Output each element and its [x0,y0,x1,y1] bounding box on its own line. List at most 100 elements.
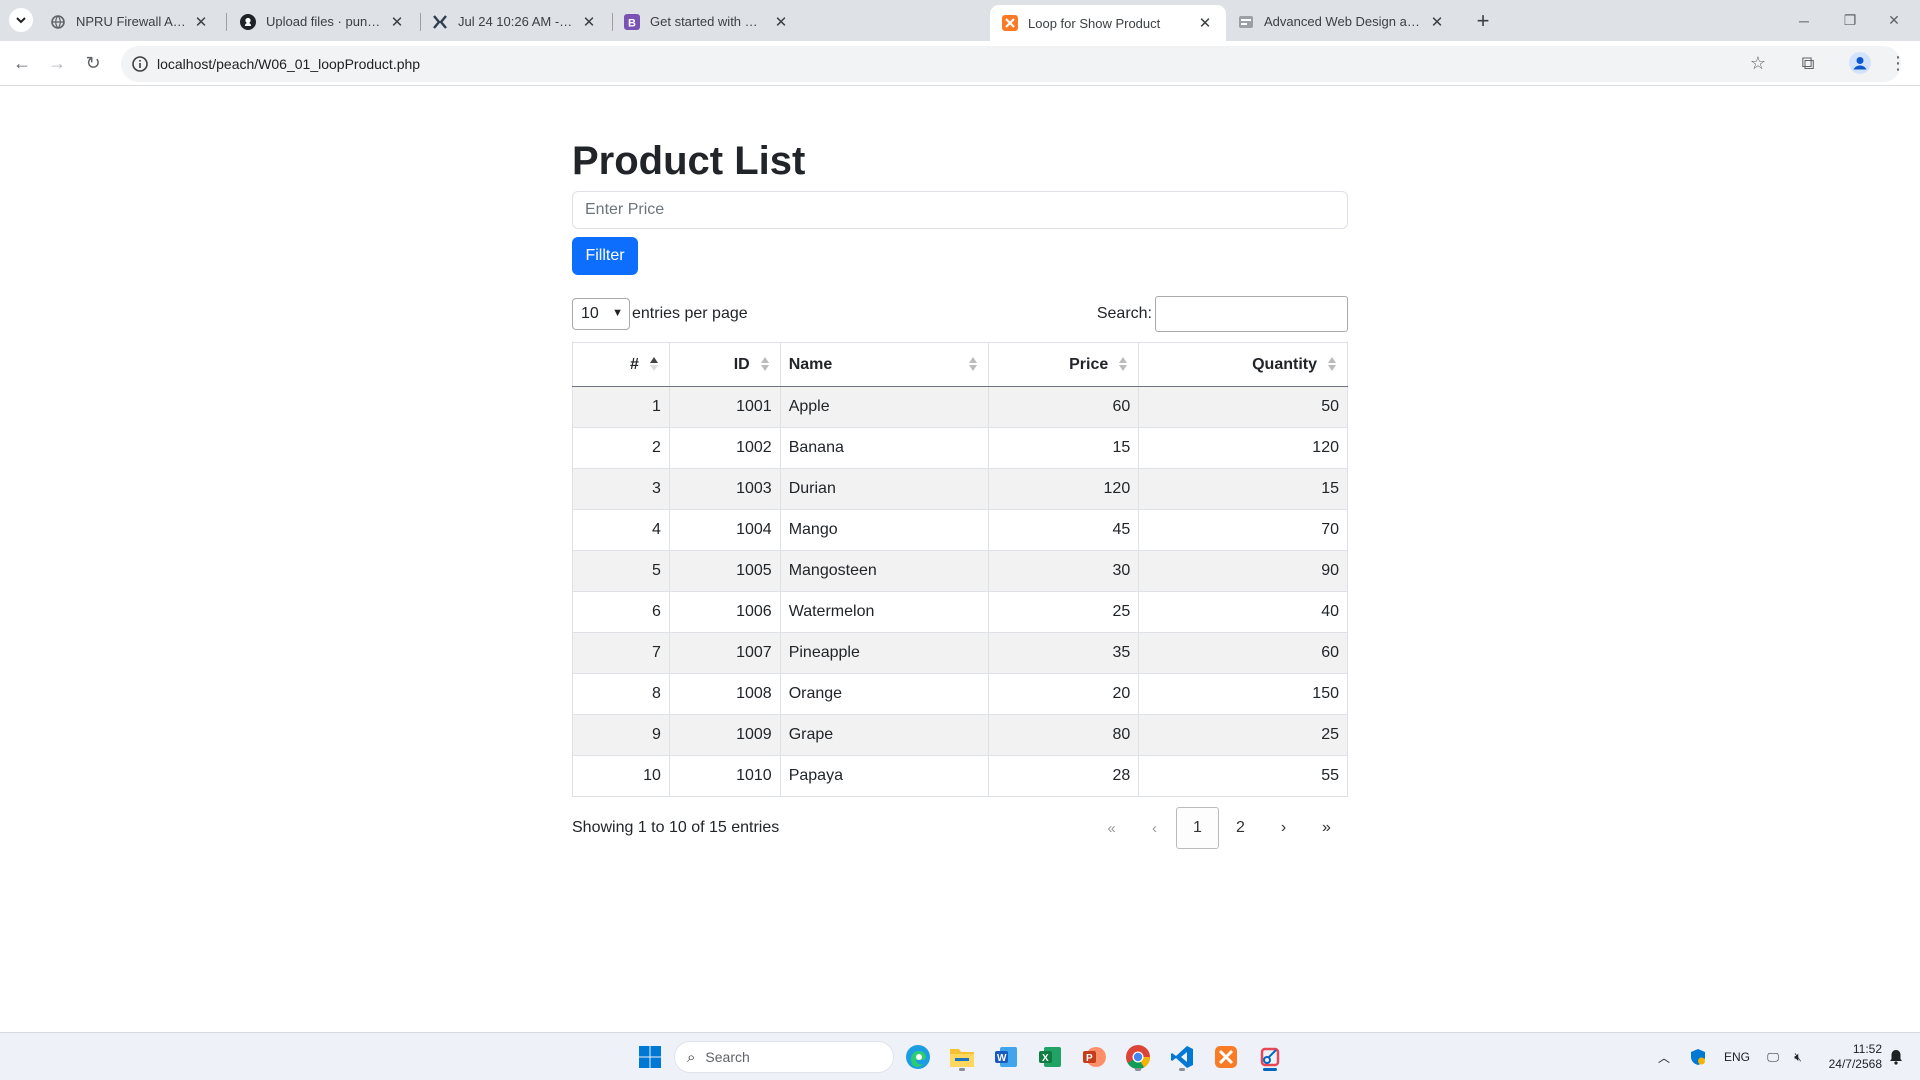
vscode-app[interactable] [1166,1041,1198,1073]
codeshare-icon [432,14,448,30]
chevron-up-icon: ︿ [1657,1050,1670,1065]
sort-ascending-icon [649,357,659,373]
page-2-button[interactable]: 2 [1219,807,1262,849]
close-icon[interactable]: ✕ [1428,13,1446,31]
cell-price: 80 [988,714,1140,756]
tab-search-button[interactable] [9,8,33,32]
filter-button[interactable]: Fillter [572,237,638,275]
xampp-icon [1215,1046,1237,1068]
tab-separator [226,13,227,31]
price-input[interactable] [572,191,1348,229]
language-indicator[interactable]: ENG [1720,1033,1754,1080]
close-icon[interactable]: ✕ [1196,14,1214,32]
cell-quantity: 25 [1138,714,1348,756]
snipping-tool-app[interactable] [1254,1041,1286,1073]
column-header-label: ID [733,355,750,373]
windows-start-icon [639,1046,661,1068]
browser-tab[interactable]: Jul 24 10:26 AM - Codeshare ✕ [420,5,610,38]
entries-per-page-select[interactable]: 10 ▼ [572,298,630,330]
start-button[interactable] [634,1041,666,1073]
forward-button[interactable]: → [43,49,71,77]
running-indicator [1179,1068,1185,1071]
column-header-quantity[interactable]: Quantity [1138,342,1348,387]
arrow-right-icon: → [48,52,66,73]
cell-id: 1002 [669,427,781,469]
cell-quantity: 120 [1138,427,1348,469]
search-input[interactable] [1155,296,1348,332]
svg-text:P: P [1086,1053,1093,1064]
powerpoint-app[interactable]: P [1078,1041,1110,1073]
profile-button[interactable] [1846,49,1874,77]
close-icon[interactable]: ✕ [388,13,406,31]
restore-icon: ❐ [1843,12,1857,28]
back-button[interactable]: ← [8,49,36,77]
previous-page-button[interactable]: ‹ [1133,807,1176,849]
clock-date: 24/7/2568 [1828,1057,1882,1071]
cell-id: 1008 [669,673,781,715]
cell-quantity: 90 [1138,550,1348,592]
volume-tray-button[interactable]: 🔇︎ [1786,1033,1810,1080]
notifications-button[interactable] [1884,1033,1908,1080]
language-label: ENG [1723,1050,1750,1064]
more-vertical-icon: ⋮ [1889,52,1907,73]
close-icon[interactable]: ✕ [772,13,790,31]
cell-id: 1010 [669,755,781,797]
close-icon[interactable]: ✕ [192,13,210,31]
clock-time: 11:52 [1852,1042,1882,1056]
browser-menu-button[interactable]: ⋮ [1884,49,1912,77]
xampp-app[interactable] [1210,1041,1242,1073]
word-app[interactable]: W [990,1041,1022,1073]
browser-tab[interactable]: Advanced Web Design and Dev ✕ [1226,5,1458,38]
bookmark-button[interactable]: ☆ [1744,49,1772,77]
browser-tab-active[interactable]: Loop for Show Product ✕ [990,5,1226,41]
show-hidden-icons-button[interactable]: ︿ [1652,1033,1676,1080]
reload-button[interactable]: ↻ [79,49,107,77]
close-window-button[interactable]: ✕ [1866,0,1920,41]
column-header-name[interactable]: Name [780,342,990,387]
svg-text:B: B [628,17,636,29]
browser-tab[interactable]: NPRU Firewall Authentication K ✕ [38,5,222,38]
first-page-button[interactable]: « [1090,807,1133,849]
system-clock[interactable]: 11:52 24/7/2568 [1812,1042,1882,1072]
cell-name: Grape [780,714,990,756]
address-bar[interactable]: localhost/peach/W06_01_loopProduct.php [121,46,1901,82]
tab-title: Jul 24 10:26 AM - Codeshare [458,14,574,29]
column-header-id[interactable]: ID [669,342,781,387]
tab-title: Loop for Show Product [1028,15,1161,31]
cell-name: Mangosteen [780,550,990,592]
chrome-icon [1126,1045,1150,1070]
entries-info: Showing 1 to 10 of 15 entries [572,819,780,836]
cell-number: 9 [572,714,670,756]
column-header-number[interactable]: # [572,342,670,387]
excel-app[interactable]: X [1034,1041,1066,1073]
network-tray-button[interactable]: 🖵 [1760,1033,1786,1080]
file-explorer-app[interactable] [946,1041,978,1073]
chrome-app[interactable] [1122,1041,1154,1073]
cell-price: 45 [988,509,1140,551]
new-tab-button[interactable]: + [1470,8,1496,34]
extensions-button[interactable]: ⧉ [1794,49,1822,77]
browser-tab[interactable]: B Get started with Bootstrap · Boo ✕ [612,5,802,38]
page-1-button[interactable]: 1 [1176,807,1219,849]
table-header-row: # ID Name Price Quantity [572,342,1348,387]
next-page-button[interactable]: › [1262,807,1305,849]
running-indicator [1263,1068,1277,1071]
taskbar-search[interactable]: ⌕ Search [674,1041,894,1073]
cell-id: 1009 [669,714,781,756]
close-icon[interactable]: ✕ [580,13,598,31]
svg-text:W: W [997,1053,1007,1064]
info-icon[interactable] [131,55,149,73]
browser-tab[interactable]: Upload files · pungonsomnuek/ ✕ [228,5,418,38]
last-page-button[interactable]: » [1305,807,1348,849]
cell-price: 30 [988,550,1140,592]
cell-number: 6 [572,591,670,633]
table-row: 4 1004 Mango 45 70 [572,509,1348,551]
cell-number: 10 [572,755,670,797]
edge-app[interactable] [902,1041,934,1073]
tab-title: Advanced Web Design and Dev [1264,14,1422,29]
security-tray-button[interactable] [1684,1033,1712,1080]
cell-quantity: 50 [1138,386,1348,428]
column-header-price[interactable]: Price [988,342,1140,387]
shield-icon [1691,1049,1705,1065]
powerpoint-icon: P [1083,1047,1106,1067]
